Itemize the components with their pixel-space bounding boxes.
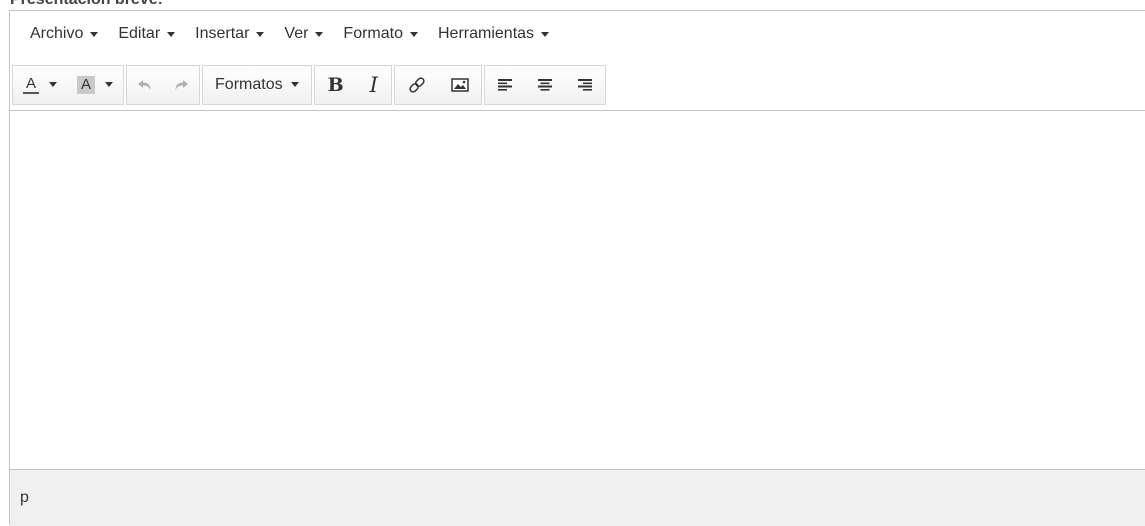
menu-editar-label: Editar xyxy=(118,25,161,42)
image-icon xyxy=(451,77,469,92)
text-color-button[interactable]: A xyxy=(13,66,67,104)
undo-button[interactable] xyxy=(127,66,163,104)
formats-dropdown[interactable]: Formatos xyxy=(203,66,311,104)
statusbar: p xyxy=(10,470,1145,526)
chevron-down-icon xyxy=(541,31,550,37)
chevron-down-icon xyxy=(410,31,418,37)
redo-icon xyxy=(175,79,189,90)
link-icon xyxy=(409,76,425,93)
insert-group xyxy=(393,64,482,105)
element-path[interactable]: p xyxy=(20,489,29,507)
italic-icon: I xyxy=(369,72,378,97)
style-group: B I xyxy=(313,64,392,105)
align-left-button[interactable] xyxy=(485,66,525,104)
field-label: Presentación breve: xyxy=(10,0,163,9)
align-group xyxy=(483,64,606,105)
chevron-down-icon xyxy=(256,31,265,37)
chevron-down-icon xyxy=(290,82,299,87)
background-color-icon: A xyxy=(77,75,96,94)
menu-formato[interactable]: Formato xyxy=(333,19,428,49)
toolbar: A A Formatos B I xyxy=(10,57,1145,111)
menu-editar[interactable]: Editar xyxy=(108,19,185,49)
align-center-icon xyxy=(537,78,552,91)
history-group xyxy=(126,64,201,105)
menu-herramientas-label: Herramientas xyxy=(438,25,535,42)
menu-herramientas[interactable]: Herramientas xyxy=(428,19,559,49)
align-right-button[interactable] xyxy=(565,66,605,104)
align-left-icon xyxy=(497,78,512,91)
menu-formato-label: Formato xyxy=(343,25,403,42)
undo-icon xyxy=(138,79,151,90)
menu-insertar[interactable]: Insertar xyxy=(185,19,274,49)
menu-archivo-label: Archivo xyxy=(30,25,84,42)
color-group: A A xyxy=(12,64,125,105)
chevron-down-icon[interactable] xyxy=(105,82,114,87)
background-color-button[interactable]: A xyxy=(67,66,123,104)
chevron-down-icon xyxy=(315,31,324,37)
menu-ver[interactable]: Ver xyxy=(274,19,333,49)
chevron-down-icon xyxy=(90,31,99,37)
chevron-down-icon xyxy=(167,31,176,37)
menubar: Archivo Editar Insertar Ver Formato Herr… xyxy=(10,11,1145,57)
rich-text-editor: Archivo Editar Insertar Ver Formato Herr… xyxy=(9,10,1145,526)
formats-label: Formatos xyxy=(215,75,283,93)
formats-group: Formatos xyxy=(202,64,312,105)
menu-insertar-label: Insertar xyxy=(195,25,250,42)
bold-icon: B xyxy=(327,73,344,96)
text-color-icon: A xyxy=(23,75,40,94)
menu-archivo[interactable]: Archivo xyxy=(20,19,108,49)
redo-button[interactable] xyxy=(163,66,199,104)
align-right-icon xyxy=(577,78,592,91)
italic-button[interactable]: I xyxy=(357,66,391,104)
align-center-button[interactable] xyxy=(525,66,565,104)
chevron-down-icon[interactable] xyxy=(49,82,58,87)
menu-ver-label: Ver xyxy=(284,25,309,42)
bold-button[interactable]: B xyxy=(315,66,357,104)
link-button[interactable] xyxy=(395,66,439,104)
editor-content-area[interactable] xyxy=(10,111,1145,470)
image-button[interactable] xyxy=(439,66,481,104)
